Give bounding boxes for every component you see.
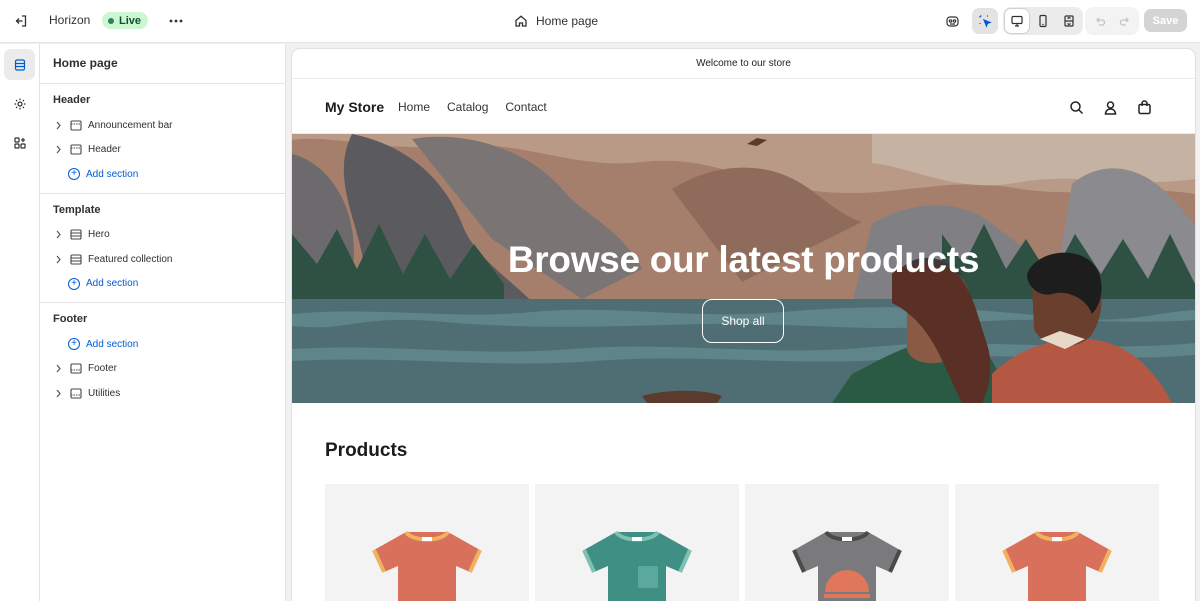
add-section-button[interactable]: + Add section	[40, 332, 285, 357]
group-title: Footer	[53, 313, 88, 325]
sidebar-title: Home page	[40, 44, 285, 84]
tshirt-red-icon	[372, 530, 482, 601]
hero-title: Browse our latest products	[507, 239, 980, 280]
products-heading: Products	[325, 440, 408, 461]
live-badge-label: Live	[119, 14, 142, 27]
theme-name: Horizon	[49, 13, 91, 27]
section-layout-icon	[69, 388, 82, 399]
sidebar-item-label: Footer	[88, 363, 117, 375]
section-layout-icon	[69, 229, 82, 240]
tshirt-gray-sunset-icon	[792, 530, 902, 601]
fullscreen-view-icon[interactable]	[1057, 9, 1081, 33]
product-card[interactable]	[535, 484, 739, 601]
redo-icon[interactable]	[1113, 9, 1137, 33]
section-layout-icon	[69, 254, 82, 265]
add-section-button[interactable]: + Add section	[40, 272, 285, 297]
apps-icon[interactable]	[4, 127, 35, 158]
page-selector[interactable]: Home page	[514, 11, 598, 31]
sidebar-group-template: Template Hero Featured collection + Add …	[40, 194, 285, 303]
chevron-right-icon[interactable]	[53, 145, 63, 154]
home-icon	[515, 15, 527, 27]
nav-link-home[interactable]: Home	[398, 100, 430, 114]
sidebar-item-hero[interactable]: Hero	[40, 223, 285, 248]
shop-all-button[interactable]: Shop all	[702, 299, 784, 343]
viewport-switcher	[1003, 7, 1083, 35]
more-horizontal-icon[interactable]	[165, 10, 187, 32]
sidebar-item-featured-collection[interactable]: Featured collection	[40, 247, 285, 272]
sidebar-item-label: Hero	[88, 229, 110, 241]
sidebar-item-header[interactable]: Header	[40, 138, 285, 163]
icon-rail	[0, 44, 40, 601]
nav-link-catalog[interactable]: Catalog	[447, 100, 488, 114]
store-preview[interactable]: Welcome to our store My Store Home Catal…	[292, 49, 1195, 601]
plus-circle-icon: +	[68, 168, 80, 181]
exit-icon[interactable]	[10, 10, 32, 32]
live-dot-icon	[108, 17, 114, 24]
search-icon[interactable]	[1067, 98, 1085, 116]
add-section-label: Add section	[86, 278, 139, 290]
sidebar-item-announcement-bar[interactable]: Announcement bar	[40, 113, 285, 138]
live-badge: Live	[102, 12, 149, 29]
chevron-right-icon[interactable]	[53, 389, 63, 398]
tshirt-red-icon	[1002, 530, 1112, 601]
store-logo[interactable]: My Store	[325, 99, 384, 115]
group-title: Header	[53, 94, 91, 106]
page-selector-label: Home page	[536, 14, 599, 28]
plus-circle-icon: +	[68, 338, 80, 351]
sidebar-item-footer[interactable]: Footer	[40, 357, 285, 382]
hero-banner[interactable]: Browse our latest products Shop all	[292, 134, 1195, 403]
store-nav-links: Home Catalog Contact	[398, 100, 547, 114]
sidebar-item-label: Utilities	[88, 387, 121, 399]
add-section-label: Add section	[86, 168, 139, 180]
settings-gear-icon[interactable]	[4, 88, 35, 119]
chevron-right-icon[interactable]	[53, 121, 63, 130]
nav-link-contact[interactable]: Contact	[505, 100, 546, 114]
chevron-right-icon[interactable]	[53, 230, 63, 239]
product-card[interactable]	[325, 484, 529, 601]
account-icon[interactable]	[1101, 98, 1119, 116]
sections-icon[interactable]	[4, 49, 35, 80]
mobile-view-icon[interactable]	[1031, 9, 1055, 33]
store-header-icons	[1067, 98, 1153, 116]
chevron-right-icon[interactable]	[53, 255, 63, 264]
undo-icon[interactable]	[1087, 9, 1111, 33]
add-section-button[interactable]: + Add section	[40, 162, 285, 187]
plus-circle-icon: +	[68, 277, 80, 290]
sidebar-item-utilities[interactable]: Utilities	[40, 381, 285, 406]
sections-sidebar: Home page Header Announcement bar Header…	[40, 44, 286, 601]
sidebar-item-label: Featured collection	[88, 253, 173, 265]
section-layout-icon	[69, 144, 82, 155]
inspector-icon[interactable]	[939, 8, 965, 34]
desktop-view-icon[interactable]	[1005, 9, 1029, 33]
store-header: My Store Home Catalog Contact	[292, 79, 1195, 134]
sidebar-group-footer: Footer + Add section Footer Utilities	[40, 303, 285, 412]
top-bar: Horizon Live Home page Save	[0, 0, 1200, 43]
group-title: Template	[53, 203, 101, 216]
history-controls	[1085, 7, 1139, 35]
announcement-bar[interactable]: Welcome to our store	[292, 49, 1195, 79]
section-layout-icon	[69, 363, 82, 374]
save-button[interactable]: Save	[1144, 9, 1187, 32]
section-layout-icon	[69, 120, 82, 131]
add-section-label: Add section	[86, 338, 139, 350]
product-grid	[325, 484, 1159, 601]
product-card[interactable]	[955, 484, 1159, 601]
product-card[interactable]	[745, 484, 949, 601]
select-element-icon[interactable]	[972, 8, 998, 34]
sidebar-item-label: Announcement bar	[88, 119, 173, 131]
sidebar-group-header: Header Announcement bar Header + Add sec…	[40, 84, 285, 194]
chevron-right-icon[interactable]	[53, 364, 63, 373]
tshirt-teal-icon	[582, 530, 692, 601]
sidebar-item-label: Header	[88, 144, 121, 156]
cart-bag-icon[interactable]	[1135, 98, 1153, 116]
